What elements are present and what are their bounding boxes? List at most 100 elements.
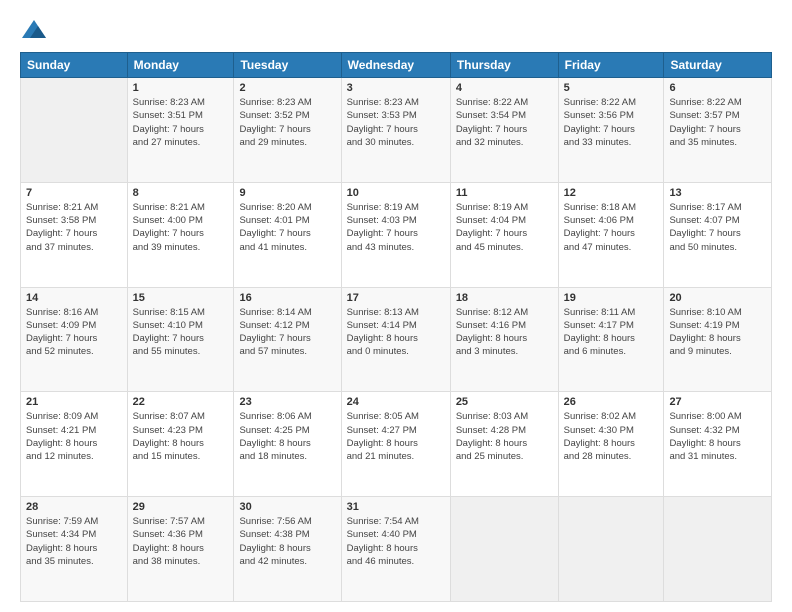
day-number: 11 [456, 187, 553, 199]
day-info: Sunrise: 8:22 AMSunset: 3:54 PMDaylight:… [456, 96, 553, 149]
day-info: Sunrise: 8:18 AMSunset: 4:06 PMDaylight:… [564, 201, 659, 254]
day-info: Sunrise: 8:02 AMSunset: 4:30 PMDaylight:… [564, 410, 659, 463]
day-header-saturday: Saturday [664, 53, 772, 78]
week-row-3: 14 Sunrise: 8:16 AMSunset: 4:09 PMDayligh… [21, 287, 772, 392]
day-number: 7 [26, 187, 122, 199]
calendar-cell: 22Sunrise: 8:07 AMSunset: 4:23 PMDayligh… [127, 392, 234, 497]
day-number: 30 [239, 501, 335, 513]
week-row-4: 21Sunrise: 8:09 AMSunset: 4:21 PMDayligh… [21, 392, 772, 497]
calendar-cell: 14 Sunrise: 8:16 AMSunset: 4:09 PMDayligh… [21, 287, 128, 392]
calendar-table: SundayMondayTuesdayWednesdayThursdayFrid… [20, 52, 772, 602]
day-info: Sunrise: 8:10 AMSunset: 4:19 PMDaylight:… [669, 306, 766, 359]
calendar-cell: 28 Sunrise: 7:59 AMSunset: 4:34 PMDayligh… [21, 497, 128, 602]
day-header-tuesday: Tuesday [234, 53, 341, 78]
calendar-cell: 6 Sunrise: 8:22 AMSunset: 3:57 PMDaylight… [664, 78, 772, 183]
day-info: Sunrise: 8:19 AMSunset: 4:03 PMDaylight:… [347, 201, 445, 254]
day-info: Sunrise: 8:23 AMSunset: 3:52 PMDaylight:… [239, 96, 335, 149]
calendar-cell: 10 Sunrise: 8:19 AMSunset: 4:03 PMDayligh… [341, 182, 450, 287]
calendar-cell [664, 497, 772, 602]
calendar-header-row: SundayMondayTuesdayWednesdayThursdayFrid… [21, 53, 772, 78]
day-number: 31 [347, 501, 445, 513]
day-number: 17 [347, 292, 445, 304]
day-info: Sunrise: 8:00 AMSunset: 4:32 PMDaylight:… [669, 410, 766, 463]
page: SundayMondayTuesdayWednesdayThursdayFrid… [0, 0, 792, 612]
day-number: 21 [26, 396, 122, 408]
day-info: Sunrise: 8:06 AMSunset: 4:25 PMDaylight:… [239, 410, 335, 463]
calendar-cell: 21Sunrise: 8:09 AMSunset: 4:21 PMDayligh… [21, 392, 128, 497]
calendar-cell: 12 Sunrise: 8:18 AMSunset: 4:06 PMDayligh… [558, 182, 664, 287]
logo [20, 16, 52, 44]
day-number: 4 [456, 82, 553, 94]
day-number: 2 [239, 82, 335, 94]
calendar-cell: 9Sunrise: 8:20 AMSunset: 4:01 PMDaylight… [234, 182, 341, 287]
day-header-monday: Monday [127, 53, 234, 78]
calendar-cell: 29 Sunrise: 7:57 AMSunset: 4:36 PMDayligh… [127, 497, 234, 602]
calendar-body: 1Sunrise: 8:23 AMSunset: 3:51 PMDaylight… [21, 78, 772, 602]
day-number: 14 [26, 292, 122, 304]
day-number: 29 [133, 501, 229, 513]
day-info: Sunrise: 8:16 AMSunset: 4:09 PMDaylight:… [26, 306, 122, 359]
calendar-cell: 15 Sunrise: 8:15 AMSunset: 4:10 PMDayligh… [127, 287, 234, 392]
day-number: 12 [564, 187, 659, 199]
day-info: Sunrise: 8:03 AMSunset: 4:28 PMDaylight:… [456, 410, 553, 463]
day-info: Sunrise: 8:21 AMSunset: 4:00 PMDaylight:… [133, 201, 229, 254]
day-number: 16 [239, 292, 335, 304]
day-header-friday: Friday [558, 53, 664, 78]
calendar-cell: 4 Sunrise: 8:22 AMSunset: 3:54 PMDaylight… [450, 78, 558, 183]
day-info: Sunrise: 8:19 AMSunset: 4:04 PMDaylight:… [456, 201, 553, 254]
day-number: 15 [133, 292, 229, 304]
day-info: Sunrise: 8:11 AMSunset: 4:17 PMDaylight:… [564, 306, 659, 359]
day-number: 3 [347, 82, 445, 94]
calendar-cell: 5Sunrise: 8:22 AMSunset: 3:56 PMDaylight… [558, 78, 664, 183]
calendar-cell: 31 Sunrise: 7:54 AMSunset: 4:40 PMDayligh… [341, 497, 450, 602]
day-header-sunday: Sunday [21, 53, 128, 78]
day-number: 28 [26, 501, 122, 513]
day-header-wednesday: Wednesday [341, 53, 450, 78]
day-info: Sunrise: 8:15 AMSunset: 4:10 PMDaylight:… [133, 306, 229, 359]
logo-icon [20, 16, 48, 44]
day-number: 5 [564, 82, 659, 94]
calendar-cell: 24Sunrise: 8:05 AMSunset: 4:27 PMDayligh… [341, 392, 450, 497]
calendar-cell: 23 Sunrise: 8:06 AMSunset: 4:25 PMDayligh… [234, 392, 341, 497]
header [20, 16, 772, 44]
day-number: 26 [564, 396, 659, 408]
day-info: Sunrise: 8:21 AMSunset: 3:58 PMDaylight:… [26, 201, 122, 254]
day-info: Sunrise: 8:23 AMSunset: 3:53 PMDaylight:… [347, 96, 445, 149]
day-number: 25 [456, 396, 553, 408]
calendar-cell: 20 Sunrise: 8:10 AMSunset: 4:19 PMDayligh… [664, 287, 772, 392]
day-info: Sunrise: 8:22 AMSunset: 3:57 PMDaylight:… [669, 96, 766, 149]
calendar-cell: 1Sunrise: 8:23 AMSunset: 3:51 PMDaylight… [127, 78, 234, 183]
calendar-cell: 17Sunrise: 8:13 AMSunset: 4:14 PMDayligh… [341, 287, 450, 392]
week-row-5: 28 Sunrise: 7:59 AMSunset: 4:34 PMDayligh… [21, 497, 772, 602]
calendar-cell: 7 Sunrise: 8:21 AMSunset: 3:58 PMDaylight… [21, 182, 128, 287]
calendar-cell: 13Sunrise: 8:17 AMSunset: 4:07 PMDayligh… [664, 182, 772, 287]
day-number: 1 [133, 82, 229, 94]
day-number: 22 [133, 396, 229, 408]
calendar-cell [450, 497, 558, 602]
day-info: Sunrise: 7:57 AMSunset: 4:36 PMDaylight:… [133, 515, 229, 568]
calendar-cell: 16Sunrise: 8:14 AMSunset: 4:12 PMDayligh… [234, 287, 341, 392]
day-number: 9 [239, 187, 335, 199]
calendar-cell: 18Sunrise: 8:12 AMSunset: 4:16 PMDayligh… [450, 287, 558, 392]
day-number: 20 [669, 292, 766, 304]
day-number: 24 [347, 396, 445, 408]
day-number: 27 [669, 396, 766, 408]
calendar-cell: 2 Sunrise: 8:23 AMSunset: 3:52 PMDaylight… [234, 78, 341, 183]
calendar-cell: 11 Sunrise: 8:19 AMSunset: 4:04 PMDayligh… [450, 182, 558, 287]
day-number: 10 [347, 187, 445, 199]
calendar-cell: 25 Sunrise: 8:03 AMSunset: 4:28 PMDayligh… [450, 392, 558, 497]
day-number: 19 [564, 292, 659, 304]
calendar-cell: 19 Sunrise: 8:11 AMSunset: 4:17 PMDayligh… [558, 287, 664, 392]
day-number: 6 [669, 82, 766, 94]
day-info: Sunrise: 7:56 AMSunset: 4:38 PMDaylight:… [239, 515, 335, 568]
day-info: Sunrise: 8:17 AMSunset: 4:07 PMDaylight:… [669, 201, 766, 254]
calendar-cell: 27 Sunrise: 8:00 AMSunset: 4:32 PMDayligh… [664, 392, 772, 497]
calendar-cell [21, 78, 128, 183]
calendar-cell [558, 497, 664, 602]
week-row-2: 7 Sunrise: 8:21 AMSunset: 3:58 PMDaylight… [21, 182, 772, 287]
day-number: 23 [239, 396, 335, 408]
day-info: Sunrise: 7:59 AMSunset: 4:34 PMDaylight:… [26, 515, 122, 568]
day-header-thursday: Thursday [450, 53, 558, 78]
day-number: 8 [133, 187, 229, 199]
day-info: Sunrise: 7:54 AMSunset: 4:40 PMDaylight:… [347, 515, 445, 568]
